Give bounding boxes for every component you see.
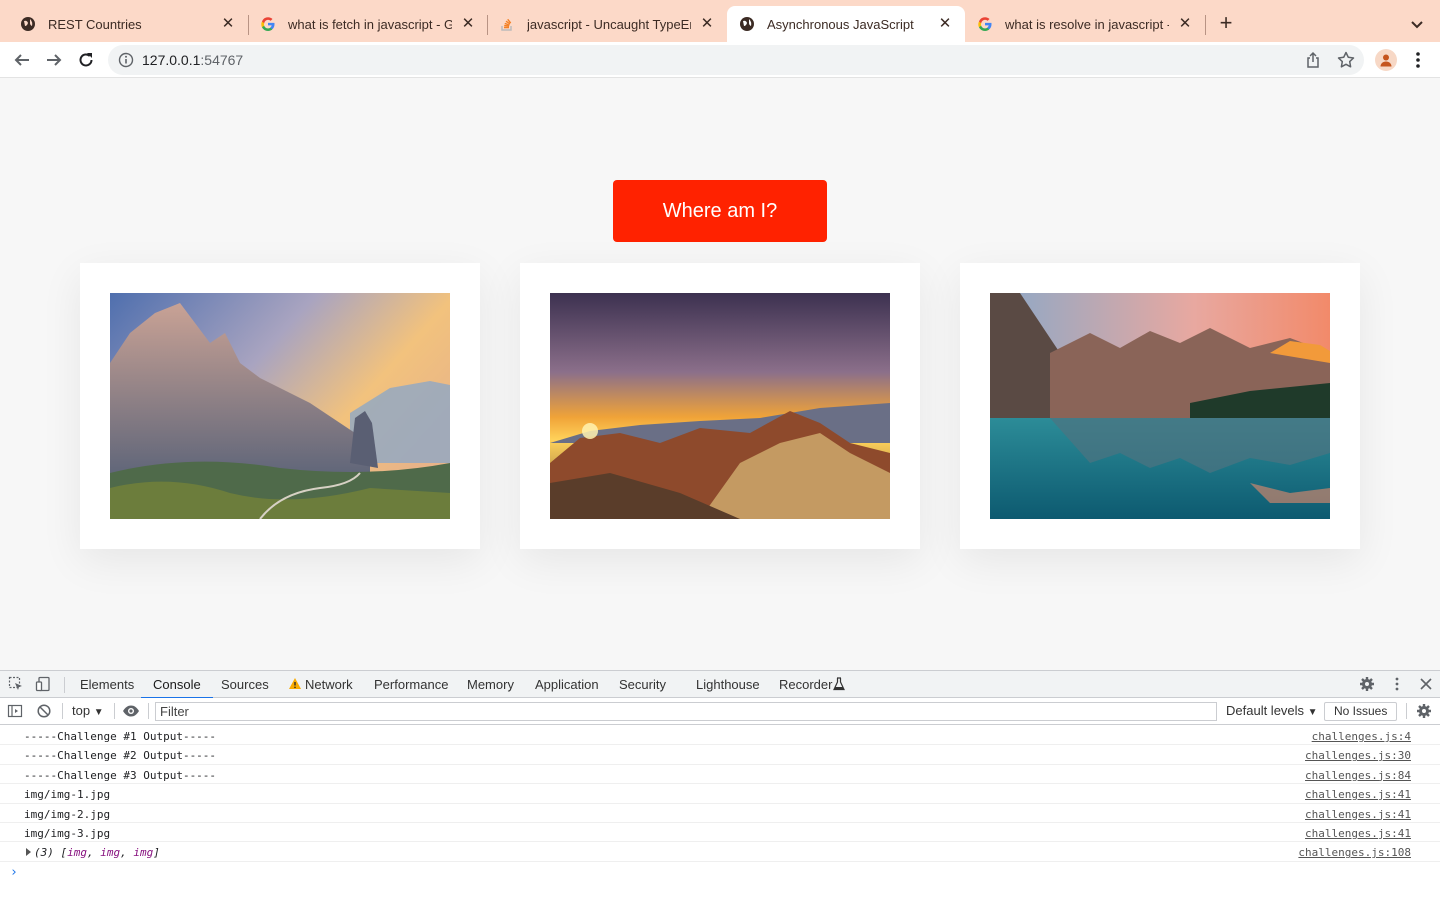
bookmark-star-icon[interactable] (1336, 50, 1356, 70)
console-output: -----Challenge #1 Output----- challenges… (0, 726, 1440, 863)
browser-tab-rest-countries[interactable]: REST Countries ✕ (8, 6, 248, 42)
tab-recorder[interactable]: Recorder (779, 671, 832, 698)
stackoverflow-icon (499, 16, 515, 32)
close-icon[interactable]: ✕ (460, 16, 476, 32)
browser-menu-kebab-icon[interactable] (1410, 50, 1426, 70)
landscape-image-1 (110, 293, 450, 519)
source-link[interactable]: challenges.js:84 (1305, 769, 1411, 782)
close-icon[interactable]: ✕ (1177, 16, 1193, 32)
console-array-preview: (3) [img, img, img] (34, 846, 160, 860)
reload-icon[interactable] (74, 48, 98, 72)
where-am-i-button[interactable]: Where am I? (613, 180, 827, 242)
console-prompt[interactable]: › (10, 865, 18, 880)
console-text: img/img-3.jpg (24, 826, 111, 840)
devtools-panel: Elements Console Sources Network Perform… (0, 670, 1440, 900)
console-text: img/img-2.jpg (24, 807, 111, 821)
console-settings-gear-icon[interactable] (1416, 703, 1432, 719)
devtools-tab-bar: Elements Console Sources Network Perform… (0, 671, 1440, 699)
console-message: -----Challenge #3 Output----- challenges… (0, 765, 1440, 785)
tab-memory[interactable]: Memory (467, 671, 514, 698)
issues-button[interactable]: No Issues (1324, 702, 1398, 721)
tab-lighthouse[interactable]: Lighthouse (696, 671, 760, 698)
browser-tab-asynchronous-javascript[interactable]: Asynchronous JavaScript ✕ (727, 6, 965, 42)
tab-performance[interactable]: Performance (374, 671, 448, 698)
console-message: -----Challenge #2 Output----- challenges… (0, 745, 1440, 765)
warning-icon (288, 677, 304, 693)
console-text: img/img-1.jpg (24, 788, 111, 802)
console-text: -----Challenge #1 Output----- (24, 730, 217, 743)
sidebar-toggle-icon[interactable] (7, 703, 23, 719)
close-icon[interactable]: ✕ (699, 16, 715, 32)
browser-tab-fetch-search[interactable]: what is fetch in javascript - Goo ✕ (248, 6, 488, 42)
new-tab-plus-icon[interactable]: + (1214, 12, 1238, 36)
close-icon[interactable]: ✕ (937, 16, 953, 32)
browser-tab-resolve-search[interactable]: what is resolve in javascript - G ✕ (965, 6, 1205, 42)
image-card-2 (520, 263, 920, 549)
tab-search-chevron-down-icon[interactable] (1406, 14, 1428, 36)
tab-title: what is resolve in javascript - G (1005, 16, 1169, 32)
tab-security[interactable]: Security (619, 671, 666, 698)
back-arrow-icon[interactable] (10, 48, 34, 72)
tab-elements[interactable]: Elements (80, 671, 134, 698)
settings-gear-icon[interactable] (1359, 676, 1375, 692)
tab-application[interactable]: Application (535, 671, 599, 698)
tab-sources[interactable]: Sources (221, 671, 269, 698)
url-text: 127.0.0.1:54767 (142, 52, 244, 68)
expand-triangle-icon[interactable] (26, 848, 31, 857)
console-filter-input[interactable] (155, 702, 1217, 721)
page-content: Where am I? (0, 79, 1440, 670)
share-icon[interactable] (1304, 51, 1322, 69)
landscape-image-3 (990, 293, 1330, 519)
image-card-1 (80, 263, 480, 549)
inspect-element-icon[interactable] (8, 676, 24, 692)
flask-icon (833, 677, 849, 693)
globe-icon (20, 16, 36, 32)
browser-toolbar: 127.0.0.1:54767 (0, 42, 1440, 78)
console-filter-bar: top ▼ Default levels ▼ No Issues (0, 698, 1440, 725)
close-devtools-icon[interactable] (1418, 676, 1434, 692)
image-card-3 (960, 263, 1360, 549)
console-message: img/img-1.jpg challenges.js:41 (0, 784, 1440, 804)
tab-title: REST Countries (48, 16, 142, 32)
source-link[interactable]: challenges.js:41 (1305, 808, 1411, 821)
address-bar[interactable]: 127.0.0.1:54767 (108, 45, 1364, 75)
clear-console-icon[interactable] (36, 703, 52, 719)
tab-console[interactable]: Console (141, 671, 213, 699)
google-icon (977, 16, 993, 32)
source-link[interactable]: challenges.js:41 (1305, 788, 1411, 801)
console-array-message[interactable]: (3) [img, img, img] challenges.js:108 (0, 842, 1440, 863)
browser-tab-stackoverflow[interactable]: javascript - Uncaught TypeError ✕ (487, 6, 727, 42)
globe-icon (739, 16, 755, 32)
context-selector[interactable]: top ▼ (72, 703, 104, 718)
console-message: img/img-3.jpg challenges.js:41 (0, 823, 1440, 843)
site-info-icon[interactable] (118, 52, 134, 68)
google-icon (260, 16, 276, 32)
log-levels-dropdown[interactable]: Default levels ▼ (1226, 703, 1318, 718)
forward-arrow-icon[interactable] (42, 48, 66, 72)
close-icon[interactable]: ✕ (220, 16, 236, 32)
live-expression-eye-icon[interactable] (122, 703, 139, 719)
source-link[interactable]: challenges.js:30 (1305, 749, 1411, 762)
profile-avatar-icon[interactable] (1375, 49, 1397, 71)
source-link[interactable]: challenges.js:4 (1312, 730, 1411, 743)
device-toolbar-icon[interactable] (35, 676, 51, 692)
console-message: -----Challenge #1 Output----- challenges… (0, 726, 1440, 746)
console-text: -----Challenge #3 Output----- (24, 768, 217, 782)
console-message: img/img-2.jpg challenges.js:41 (0, 804, 1440, 823)
tab-strip: REST Countries ✕ what is fetch in javasc… (0, 0, 1440, 42)
source-link[interactable]: challenges.js:41 (1305, 827, 1411, 840)
tab-title: Asynchronous JavaScript (767, 16, 914, 32)
tab-network[interactable]: Network (305, 671, 353, 698)
tab-title: javascript - Uncaught TypeError (527, 16, 691, 32)
landscape-image-2 (550, 293, 890, 519)
source-link[interactable]: challenges.js:108 (1298, 846, 1411, 859)
console-text: -----Challenge #2 Output----- (24, 749, 217, 763)
devtools-menu-kebab-icon[interactable] (1389, 676, 1405, 692)
tab-title: what is fetch in javascript - Goo (288, 16, 452, 32)
